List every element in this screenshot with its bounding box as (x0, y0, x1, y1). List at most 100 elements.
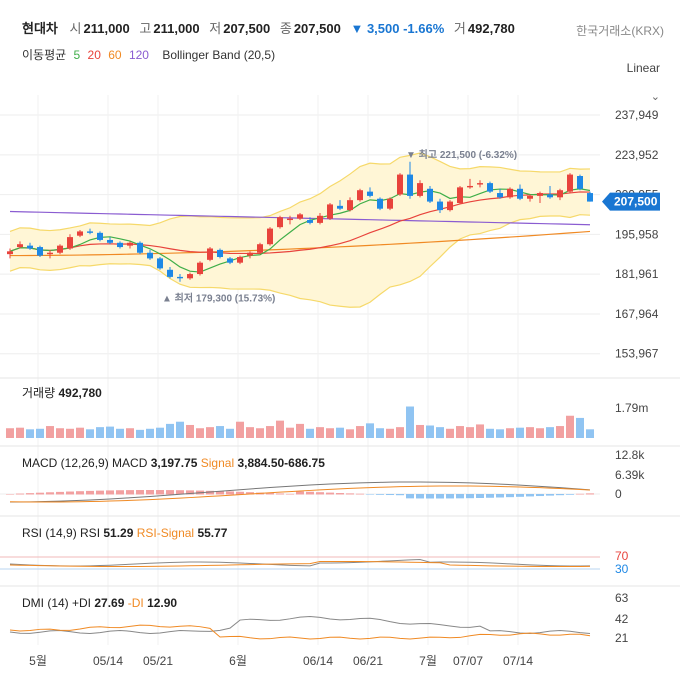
candle (247, 252, 253, 256)
volume-bar (86, 429, 94, 438)
macd-hist-bar (316, 492, 324, 495)
volume-bar (386, 428, 394, 438)
dmi-tick-label: 63 (615, 591, 629, 605)
macd-hist-bar (66, 491, 74, 495)
candle (557, 190, 563, 198)
volume-bar (576, 417, 584, 438)
macd-hist-bar (516, 494, 524, 497)
date-tick-label: 05/14 (93, 654, 123, 668)
volume-title-value: 492,780 (58, 386, 102, 400)
date-tick-label: 07/07 (453, 654, 483, 668)
volume-bar (36, 428, 44, 438)
chevron-down-icon[interactable]: ⌄ (651, 90, 660, 103)
volume-bar (6, 428, 14, 438)
rsi-line (9, 559, 591, 567)
macd-hist-bar (376, 494, 384, 495)
rsi-value: 51.29 (103, 526, 136, 540)
candle (377, 198, 383, 209)
candle (517, 188, 523, 199)
price-tick-label: 167,964 (615, 307, 659, 321)
candle (397, 174, 403, 195)
dmi-plus-di-line (9, 616, 591, 634)
candle (97, 232, 103, 240)
macd-hist-bar (466, 494, 474, 499)
macd-panel: MACD (12,26,9) MACD 3,197.75 Signal 3,88… (0, 445, 680, 503)
volume-bar (536, 428, 544, 438)
candle (407, 174, 413, 196)
candle (137, 242, 143, 253)
macd-hist-bar (576, 493, 584, 495)
stock-chart[interactable]: ▼ 최고 221,500 (-6.32%) ▲ 최저 179,300 (15.73… (0, 0, 680, 697)
macd-hist-bar (326, 492, 334, 495)
rsi-tick-label: 70 (615, 549, 629, 563)
macd-hist-bar (296, 491, 304, 495)
candle (567, 174, 573, 192)
macd-hist-bar (286, 493, 294, 495)
macd-hist-bar (16, 493, 24, 495)
candle (287, 218, 293, 221)
rsi-title-name: RSI (14,9) RSI (22, 526, 103, 540)
date-tick-label: 07/14 (503, 654, 533, 668)
dmi-minus-di-line (9, 624, 591, 640)
volume-bar (76, 427, 84, 438)
macd-hist-bar (136, 490, 144, 495)
candle (447, 201, 453, 211)
macd-hist-bar (166, 490, 174, 495)
volume-bar (456, 426, 464, 438)
volume-bar (96, 427, 104, 438)
macd-hist-bar (76, 491, 84, 495)
volume-bar (316, 427, 324, 438)
candle (387, 198, 393, 209)
candle (347, 200, 353, 211)
candle (437, 201, 443, 211)
volume-title: 거래량 492,780 (22, 386, 102, 400)
date-tick-label: 5월 (29, 654, 47, 668)
macd-hist-bar (396, 494, 404, 496)
rsi-title: RSI (14,9) RSI 51.29 RSI-Signal 55.77 (22, 526, 228, 540)
candle (337, 205, 343, 209)
volume-bar (66, 428, 74, 438)
candle (187, 274, 193, 279)
volume-bar (116, 428, 124, 438)
macd-signal-value: 3,884.50 (237, 456, 284, 470)
macd-hist-bar (416, 494, 424, 499)
macd-hist-bar (566, 494, 574, 495)
candle (327, 204, 333, 219)
volume-bar (236, 421, 244, 438)
dmi-pdi-value: 27.69 (94, 596, 127, 610)
macd-hist-bar (146, 490, 154, 495)
volume-bar (346, 429, 354, 438)
macd-signal-label: Signal (201, 456, 238, 470)
candle (367, 191, 373, 196)
candle (357, 190, 363, 201)
macd-hist-bar (486, 494, 494, 498)
volume-bar (416, 424, 424, 438)
candle (27, 245, 33, 249)
rsi-tick-label: 30 (615, 562, 629, 576)
price-tick-label: 181,961 (615, 267, 659, 281)
volume-bar (166, 423, 174, 438)
volume-bar (186, 424, 194, 438)
volume-bar (376, 428, 384, 438)
macd-value: 3,197.75 (151, 456, 201, 470)
low-annotation: ▲ 최저 179,300 (15.73%) (162, 292, 275, 305)
volume-bar (546, 427, 554, 438)
macd-title: MACD (12,26,9) MACD 3,197.75 Signal 3,88… (22, 456, 325, 470)
candle (67, 237, 73, 249)
volume-bar (216, 426, 224, 438)
macd-hist-bar (556, 494, 564, 496)
candle (197, 262, 203, 275)
volume-bar (126, 428, 134, 438)
macd-hist-bar (56, 491, 64, 495)
macd-hist-bar (366, 494, 374, 495)
volume-bar (366, 423, 374, 438)
volume-bar (246, 427, 254, 438)
candle (497, 193, 503, 198)
volume-bar (496, 429, 504, 438)
volume-bar (446, 428, 454, 438)
volume-bar (266, 426, 274, 438)
macd-hist-bar (426, 494, 434, 499)
volume-bar (476, 424, 484, 438)
candle (417, 183, 423, 196)
candle (427, 188, 433, 202)
